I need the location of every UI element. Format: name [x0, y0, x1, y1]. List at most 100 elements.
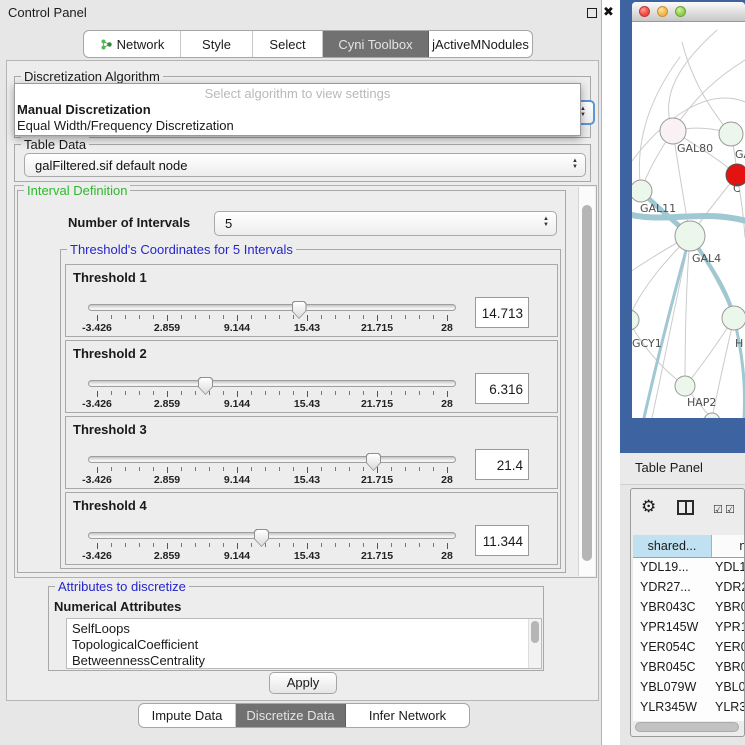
- tick-mark: [139, 543, 140, 547]
- node-hap2[interactable]: [675, 376, 695, 396]
- apply-button[interactable]: Apply: [269, 672, 337, 694]
- tab-style[interactable]: Style: [181, 31, 253, 57]
- table-row[interactable]: YER054CYER0: [633, 637, 745, 657]
- tick-mark: [139, 315, 140, 319]
- network-edge[interactable]: [669, 30, 717, 131]
- threshold-value-field[interactable]: 6.316: [475, 373, 529, 404]
- tab-cyni-toolbox[interactable]: Cyni Toolbox: [323, 31, 429, 57]
- tick-mark: [251, 543, 252, 547]
- table-row[interactable]: YDL19...YDL1: [633, 557, 745, 577]
- tick-mark: [447, 315, 448, 321]
- tick-mark: [391, 391, 392, 395]
- network-view-frame[interactable]: GAL80GACGAL11GAL4GCY1HHAP2: [620, 0, 745, 453]
- tick-label: 21.715: [347, 474, 407, 486]
- table-panel-titlebar: Table Panel: [620, 453, 745, 485]
- node-gal80[interactable]: [660, 118, 686, 144]
- table-row[interactable]: YPR145WYPR1: [633, 617, 745, 637]
- scrollbar-thumb[interactable]: [582, 205, 592, 561]
- tab-select[interactable]: Select: [253, 31, 323, 57]
- tick-mark: [391, 467, 392, 471]
- tick-mark: [139, 391, 140, 395]
- tick-mark: [279, 467, 280, 471]
- tick-mark: [223, 467, 224, 471]
- node-gal11[interactable]: [632, 180, 652, 202]
- cell-shared-name: YBR045C: [640, 657, 696, 677]
- vertical-scrollbar[interactable]: [578, 187, 595, 576]
- tick-mark: [377, 543, 378, 549]
- scrollbar-thumb[interactable]: [635, 722, 739, 732]
- tick-mark: [447, 391, 448, 397]
- close-traffic-light-icon[interactable]: [639, 6, 650, 17]
- node-gal4[interactable]: [675, 221, 705, 251]
- table-row[interactable]: YBR045CYBR0: [633, 657, 745, 677]
- network-edge[interactable]: [673, 60, 745, 131]
- tick-label: 9.144: [207, 550, 267, 562]
- list-item[interactable]: TopologicalCoefficient: [72, 637, 198, 653]
- horizontal-scrollbar[interactable]: [634, 722, 742, 733]
- tick-label: 28: [417, 322, 477, 334]
- tab-infer-network[interactable]: Infer Network: [346, 704, 469, 727]
- node-h[interactable]: [722, 306, 745, 330]
- list-scrollbar[interactable]: [528, 619, 541, 668]
- close-icon[interactable]: ✖: [603, 4, 614, 20]
- slider-thumb[interactable]: [198, 377, 213, 395]
- tick-mark: [167, 543, 168, 549]
- numerical-attributes-list[interactable]: SelfLoopsTopologicalCoefficientBetweenne…: [66, 618, 542, 669]
- mac-titlebar[interactable]: [632, 2, 745, 22]
- tick-mark: [405, 315, 406, 319]
- dropdown-option-equal-width-frequency[interactable]: Equal Width/Frequency Discretization: [17, 117, 582, 134]
- column-header-shared-name[interactable]: shared...: [633, 535, 712, 557]
- minimize-traffic-light-icon[interactable]: [657, 6, 668, 17]
- threshold-value-field[interactable]: 14.713: [475, 297, 529, 328]
- network-edge[interactable]: [682, 42, 731, 134]
- table-row[interactable]: YLR345WYLR3: [633, 697, 745, 717]
- gear-icon[interactable]: ⚙: [641, 497, 656, 517]
- tick-mark: [139, 467, 140, 471]
- table-row[interactable]: YIL052CYIL0: [633, 717, 745, 721]
- slider-track: [88, 380, 456, 387]
- node-top-right[interactable]: [719, 122, 743, 146]
- tab-network[interactable]: Network: [84, 31, 181, 57]
- network-edge[interactable]: [734, 318, 745, 418]
- tab-impute-data[interactable]: Impute Data: [139, 704, 236, 727]
- node-bottom[interactable]: [704, 413, 720, 418]
- checkbox-icon[interactable]: ☑: [725, 503, 735, 516]
- table-row[interactable]: YBR043CYBR0: [633, 597, 745, 617]
- threshold-slider[interactable]: -3.4262.8599.14415.4321.71528: [88, 453, 468, 487]
- threshold-slider[interactable]: -3.4262.8599.14415.4321.71528: [88, 301, 468, 335]
- number-of-intervals-combobox[interactable]: 5 ▲▼: [214, 211, 557, 236]
- column-header-name[interactable]: name: [713, 535, 745, 557]
- threshold-value-field[interactable]: 11.344: [475, 525, 529, 556]
- dropdown-option-manual-discretization[interactable]: Manual Discretization: [17, 101, 582, 118]
- checkbox-icon[interactable]: ☑: [713, 503, 723, 516]
- tick-mark: [223, 543, 224, 547]
- tab-jactivemnodules[interactable]: jActiveMNodules: [429, 31, 532, 57]
- table-data-combobox[interactable]: galFiltered.sif default node ▲▼: [24, 153, 586, 177]
- table-row[interactable]: YDR27...YDR2: [633, 577, 745, 597]
- threshold-value-field[interactable]: 21.4: [475, 449, 529, 480]
- threshold-slider[interactable]: -3.4262.8599.14415.4321.71528: [88, 529, 468, 563]
- zoom-traffic-light-icon[interactable]: [675, 6, 686, 17]
- network-canvas[interactable]: GAL80GACGAL11GAL4GCY1HHAP2: [632, 22, 745, 418]
- tick-mark: [293, 467, 294, 471]
- tick-mark: [405, 467, 406, 471]
- column-layout-icon[interactable]: [677, 500, 694, 515]
- list-item[interactable]: BetweennessCentrality: [72, 653, 205, 669]
- float-window-icon[interactable]: [587, 8, 597, 18]
- control-panel-titlebar: Control Panel ✖: [0, 0, 601, 24]
- tab-discretize-data[interactable]: Discretize Data: [236, 704, 346, 727]
- table-panel-title: Table Panel: [635, 460, 703, 475]
- list-item[interactable]: SelfLoops: [72, 621, 130, 637]
- slider-thumb-face: [255, 530, 268, 546]
- stepper-icon[interactable]: ▲▼: [543, 216, 549, 228]
- threshold-slider[interactable]: -3.4262.8599.14415.4321.71528: [88, 377, 468, 411]
- tick-mark: [97, 467, 98, 473]
- node-gcy1[interactable]: [632, 310, 639, 330]
- tab-label: Style: [202, 37, 231, 52]
- slider-thumb[interactable]: [254, 529, 269, 547]
- table-row[interactable]: YBL079WYBL0: [633, 677, 745, 697]
- stepper-icon[interactable]: ▲▼: [572, 158, 578, 170]
- scrollbar-thumb[interactable]: [531, 621, 539, 643]
- slider-thumb[interactable]: [366, 453, 381, 471]
- network-edge[interactable]: [685, 236, 690, 386]
